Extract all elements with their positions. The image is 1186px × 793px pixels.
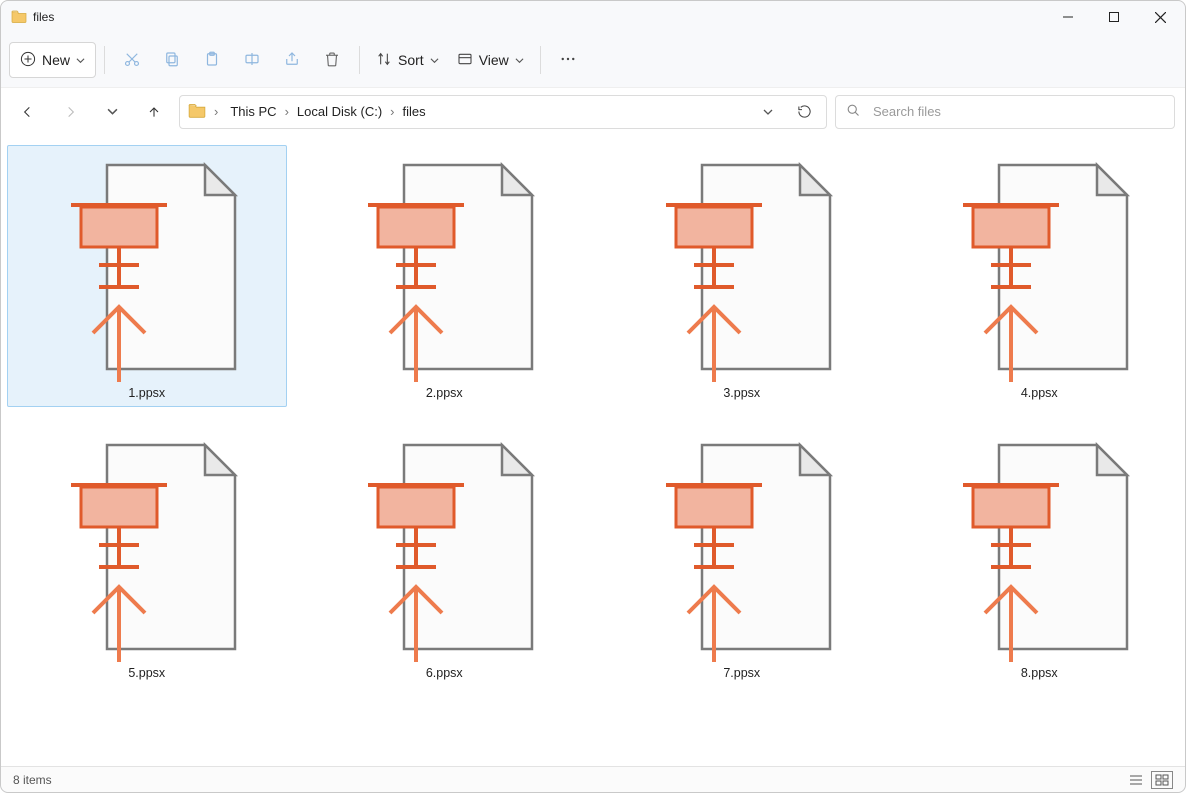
sort-icon: [376, 51, 392, 70]
details-view-button[interactable]: [1125, 771, 1147, 789]
search-icon: [846, 103, 861, 121]
view-toggle: [1125, 771, 1173, 789]
folder-icon: [11, 8, 27, 27]
separator: [104, 46, 105, 74]
separator: [540, 46, 541, 74]
content-area[interactable]: 1.ppsx 2.ppsx 3.ppsx: [1, 135, 1185, 766]
minimize-button[interactable]: [1045, 1, 1091, 33]
file-name-label: 7.ppsx: [723, 666, 760, 680]
file-name-label: 5.ppsx: [128, 666, 165, 680]
share-button[interactable]: [273, 41, 311, 79]
file-name-label: 3.ppsx: [723, 386, 760, 400]
more-button[interactable]: [549, 41, 587, 79]
file-explorer-window: files New Sort View: [0, 0, 1186, 793]
rename-button[interactable]: [233, 41, 271, 79]
status-text: 8 items: [13, 773, 52, 787]
file-item[interactable]: 3.ppsx: [602, 145, 882, 407]
file-item[interactable]: 6.ppsx: [305, 425, 585, 687]
file-item[interactable]: 4.ppsx: [900, 145, 1180, 407]
chevron-right-icon[interactable]: ›: [390, 104, 394, 119]
navigation-row: › This PC › Local Disk (C:) › files: [1, 87, 1185, 135]
chevron-right-icon[interactable]: ›: [214, 104, 218, 119]
ppsx-file-icon: [627, 432, 857, 662]
sort-button[interactable]: Sort: [368, 41, 447, 79]
copy-icon: [163, 50, 181, 71]
breadcrumb-segment[interactable]: files: [399, 102, 430, 121]
window-title-text: files: [33, 10, 54, 24]
refresh-button[interactable]: [790, 98, 818, 126]
title-bar[interactable]: files: [1, 1, 1185, 33]
chevron-down-icon: [76, 52, 85, 68]
breadcrumb-segment[interactable]: This PC: [226, 102, 280, 121]
maximize-button[interactable]: [1091, 1, 1137, 33]
close-button[interactable]: [1137, 1, 1183, 33]
share-icon: [283, 50, 301, 71]
new-button[interactable]: New: [9, 42, 96, 78]
paste-button[interactable]: [193, 41, 231, 79]
file-item[interactable]: 2.ppsx: [305, 145, 585, 407]
window-title-area: files: [11, 8, 1045, 27]
file-item[interactable]: 1.ppsx: [7, 145, 287, 407]
forward-button[interactable]: [53, 95, 87, 129]
address-bar[interactable]: › This PC › Local Disk (C:) › files: [179, 95, 827, 129]
file-name-label: 4.ppsx: [1021, 386, 1058, 400]
ppsx-file-icon: [32, 152, 262, 382]
delete-button[interactable]: [313, 41, 351, 79]
separator: [359, 46, 360, 74]
status-bar: 8 items: [1, 766, 1185, 792]
chevron-down-icon: [515, 52, 524, 68]
plus-circle-icon: [20, 51, 36, 70]
file-name-label: 6.ppsx: [426, 666, 463, 680]
search-box[interactable]: [835, 95, 1175, 129]
file-item[interactable]: 5.ppsx: [7, 425, 287, 687]
file-grid: 1.ppsx 2.ppsx 3.ppsx: [7, 145, 1179, 687]
paste-icon: [203, 50, 221, 71]
file-item[interactable]: 7.ppsx: [602, 425, 882, 687]
breadcrumb-segment[interactable]: Local Disk (C:): [293, 102, 386, 121]
new-button-label: New: [42, 52, 70, 68]
breadcrumb: This PC › Local Disk (C:) › files: [226, 102, 746, 121]
file-item[interactable]: 8.ppsx: [900, 425, 1180, 687]
back-button[interactable]: [11, 95, 45, 129]
view-button-label: View: [479, 52, 509, 68]
copy-button[interactable]: [153, 41, 191, 79]
toolbar: New Sort View: [1, 33, 1185, 87]
scissors-icon: [123, 50, 141, 71]
ppsx-file-icon: [32, 432, 262, 662]
sort-button-label: Sort: [398, 52, 424, 68]
file-name-label: 1.ppsx: [128, 386, 165, 400]
file-name-label: 2.ppsx: [426, 386, 463, 400]
icons-view-button[interactable]: [1151, 771, 1173, 789]
view-icon: [457, 51, 473, 70]
trash-icon: [323, 50, 341, 71]
chevron-right-icon[interactable]: ›: [285, 104, 289, 119]
ppsx-file-icon: [924, 432, 1154, 662]
recent-locations-button[interactable]: [95, 95, 129, 129]
cut-button[interactable]: [113, 41, 151, 79]
ppsx-file-icon: [329, 432, 559, 662]
window-controls: [1045, 1, 1183, 33]
ppsx-file-icon: [627, 152, 857, 382]
chevron-down-icon: [430, 52, 439, 68]
ellipsis-icon: [559, 50, 577, 71]
view-button[interactable]: View: [449, 41, 532, 79]
address-dropdown-button[interactable]: [754, 98, 782, 126]
file-name-label: 8.ppsx: [1021, 666, 1058, 680]
ppsx-file-icon: [329, 152, 559, 382]
search-input[interactable]: [871, 103, 1164, 120]
ppsx-file-icon: [924, 152, 1154, 382]
folder-icon: [188, 101, 206, 122]
up-button[interactable]: [137, 95, 171, 129]
rename-icon: [243, 50, 261, 71]
